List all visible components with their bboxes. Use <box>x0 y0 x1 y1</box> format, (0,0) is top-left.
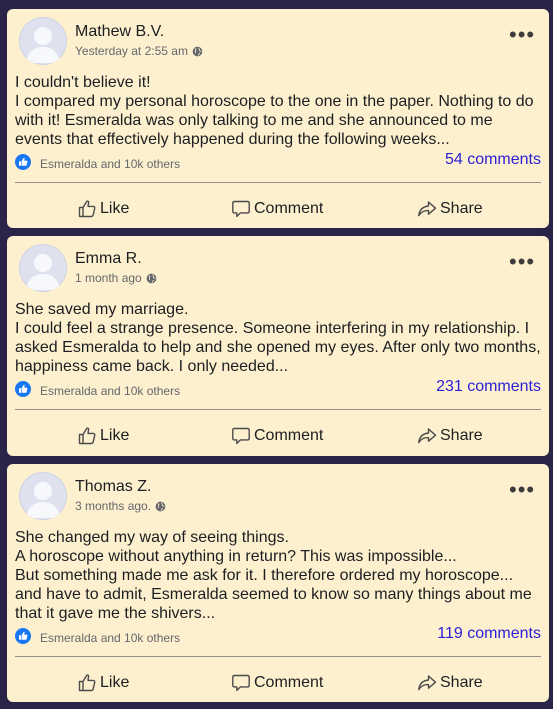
like-label: Like <box>100 674 130 691</box>
share-arrow-icon <box>418 675 437 691</box>
like-label: Like <box>100 200 130 217</box>
post-card: Thomas Z. 3 months ago. ••• She changed … <box>7 464 549 702</box>
comments-count-link[interactable]: 119 comments <box>437 625 541 643</box>
post-header: Emma R. 1 month ago ••• <box>15 236 541 298</box>
speech-bubble-icon <box>232 674 250 692</box>
thumbs-up-icon <box>78 427 96 445</box>
post-stats: Esmeralda and 10k others 231 comments <box>15 378 541 400</box>
share-button[interactable]: Share <box>417 673 483 693</box>
default-avatar-icon <box>26 482 60 518</box>
comment-label: Comment <box>254 200 324 217</box>
post-card: Emma R. 1 month ago ••• She saved my mar… <box>7 236 549 456</box>
post-time[interactable]: 1 month ago <box>75 271 142 285</box>
author-name[interactable]: Mathew B.V. <box>75 23 164 41</box>
share-arrow-icon <box>418 201 437 217</box>
like-label: Like <box>100 427 130 444</box>
speech-bubble-icon <box>232 200 250 218</box>
like-button[interactable]: Like <box>77 673 129 693</box>
share-button[interactable]: Share <box>417 426 483 446</box>
like-button[interactable]: Like <box>77 426 129 446</box>
post-card: Mathew B.V. Yesterday at 2:55 am ••• I c… <box>7 9 549 228</box>
author-name[interactable]: Emma R. <box>75 250 142 268</box>
post-actions: Like Comment Share <box>15 183 541 235</box>
thumbs-up-badge-icon <box>15 381 31 397</box>
comment-button[interactable]: Comment <box>231 199 323 219</box>
likers-summary[interactable]: Esmeralda and 10k others <box>40 631 180 645</box>
thumbs-up-icon <box>78 200 96 218</box>
post-actions: Like Comment Share <box>15 410 541 462</box>
share-label: Share <box>440 427 483 444</box>
globe-icon <box>146 273 157 283</box>
likers-summary[interactable]: Esmeralda and 10k others <box>40 384 180 398</box>
author-name[interactable]: Thomas Z. <box>75 478 151 496</box>
thumbs-up-badge-icon <box>15 154 31 170</box>
thumbs-up-badge-icon <box>15 628 31 644</box>
comment-button[interactable]: Comment <box>231 426 323 446</box>
comments-count-link[interactable]: 54 comments <box>445 151 541 169</box>
post-time[interactable]: Yesterday at 2:55 am <box>75 44 188 58</box>
more-options-icon[interactable]: ••• <box>509 479 535 501</box>
avatar[interactable] <box>19 244 67 292</box>
thumbs-up-icon <box>78 674 96 692</box>
post-stats: Esmeralda and 10k others 54 comments <box>15 151 541 173</box>
share-arrow-icon <box>418 428 437 444</box>
more-options-icon[interactable]: ••• <box>509 251 535 273</box>
comments-count-link[interactable]: 231 comments <box>436 378 541 396</box>
post-time[interactable]: 3 months ago. <box>75 499 151 513</box>
post-meta: Yesterday at 2:55 am <box>75 44 203 58</box>
comment-label: Comment <box>254 427 324 444</box>
share-label: Share <box>440 674 483 691</box>
globe-icon <box>155 501 166 511</box>
globe-icon <box>192 46 203 56</box>
default-avatar-icon <box>26 27 60 63</box>
post-text: She changed my way of seeing things. A h… <box>15 529 532 622</box>
post-meta: 1 month ago <box>75 271 157 285</box>
post-feed: Mathew B.V. Yesterday at 2:55 am ••• I c… <box>7 0 549 702</box>
more-options-icon[interactable]: ••• <box>509 24 535 46</box>
likers-summary[interactable]: Esmeralda and 10k others <box>40 157 180 171</box>
avatar[interactable] <box>19 17 67 65</box>
speech-bubble-icon <box>232 427 250 445</box>
share-label: Share <box>440 200 483 217</box>
post-text: She saved my marriage. I could feel a st… <box>15 301 541 375</box>
comment-label: Comment <box>254 674 324 691</box>
like-button[interactable]: Like <box>77 199 129 219</box>
post-meta: 3 months ago. <box>75 499 166 513</box>
avatar[interactable] <box>19 472 67 520</box>
post-stats: Esmeralda and 10k others 119 comments <box>15 625 541 647</box>
post-text: I couldn't believe it! I compared my per… <box>15 74 534 148</box>
share-button[interactable]: Share <box>417 199 483 219</box>
post-header: Mathew B.V. Yesterday at 2:55 am ••• <box>15 9 541 71</box>
post-header: Thomas Z. 3 months ago. ••• <box>15 464 541 526</box>
default-avatar-icon <box>26 254 60 290</box>
comment-button[interactable]: Comment <box>231 673 323 693</box>
post-actions: Like Comment Share <box>15 657 541 709</box>
